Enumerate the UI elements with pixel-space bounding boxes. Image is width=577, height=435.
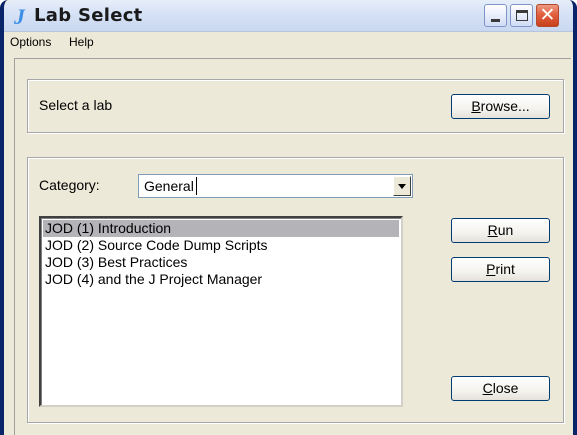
minimize-button[interactable] [484,4,507,27]
browse-mnemonic: B [471,98,481,114]
window-title: Lab Select [34,5,143,26]
lab-select-window: J Lab Select ✕ Options Help Select a lab… [0,0,577,435]
print-label: rint [495,261,515,277]
run-mnemonic: R [487,222,498,238]
list-item[interactable]: JOD (4) and the J Project Manager [43,271,399,288]
select-lab-label: Select a lab [39,97,113,113]
category-label: Category: [39,177,100,193]
j-app-icon: J [14,4,25,29]
chevron-down-icon [398,184,406,189]
list-item[interactable]: JOD (1) Introduction [43,220,399,237]
category-select[interactable]: General [138,174,413,198]
menu-options[interactable]: Options [10,35,51,49]
maximize-icon [516,10,528,21]
run-label: un [497,222,514,238]
minimize-icon [491,19,500,22]
list-item[interactable]: JOD (2) Source Code Dump Scripts [43,237,399,254]
client-area: Select a lab Browse... Category: General… [14,58,571,435]
close-icon: ✕ [539,4,556,26]
lab-list-group: Category: General JOD (1) Introduction J… [27,157,564,423]
browse-label: rowse... [480,98,530,114]
select-lab-group: Select a lab Browse... [27,79,564,133]
close-label: lose [492,380,519,396]
close-window-button[interactable]: ✕ [536,4,559,27]
title-bar[interactable]: J Lab Select ✕ [4,0,573,32]
lab-listbox[interactable]: JOD (1) Introduction JOD (2) Source Code… [39,216,403,407]
category-value: General [142,177,197,195]
print-button[interactable]: Print [451,257,550,282]
browse-button[interactable]: Browse... [451,94,550,119]
close-mnemonic: C [482,380,493,396]
run-button[interactable]: Run [451,218,550,243]
menu-help[interactable]: Help [69,35,94,49]
list-item[interactable]: JOD (3) Best Practices [43,254,399,271]
close-button[interactable]: Close [451,376,550,401]
menu-bar: Options Help [4,32,573,52]
maximize-button[interactable] [510,4,533,27]
category-dropdown-button[interactable] [393,176,411,196]
